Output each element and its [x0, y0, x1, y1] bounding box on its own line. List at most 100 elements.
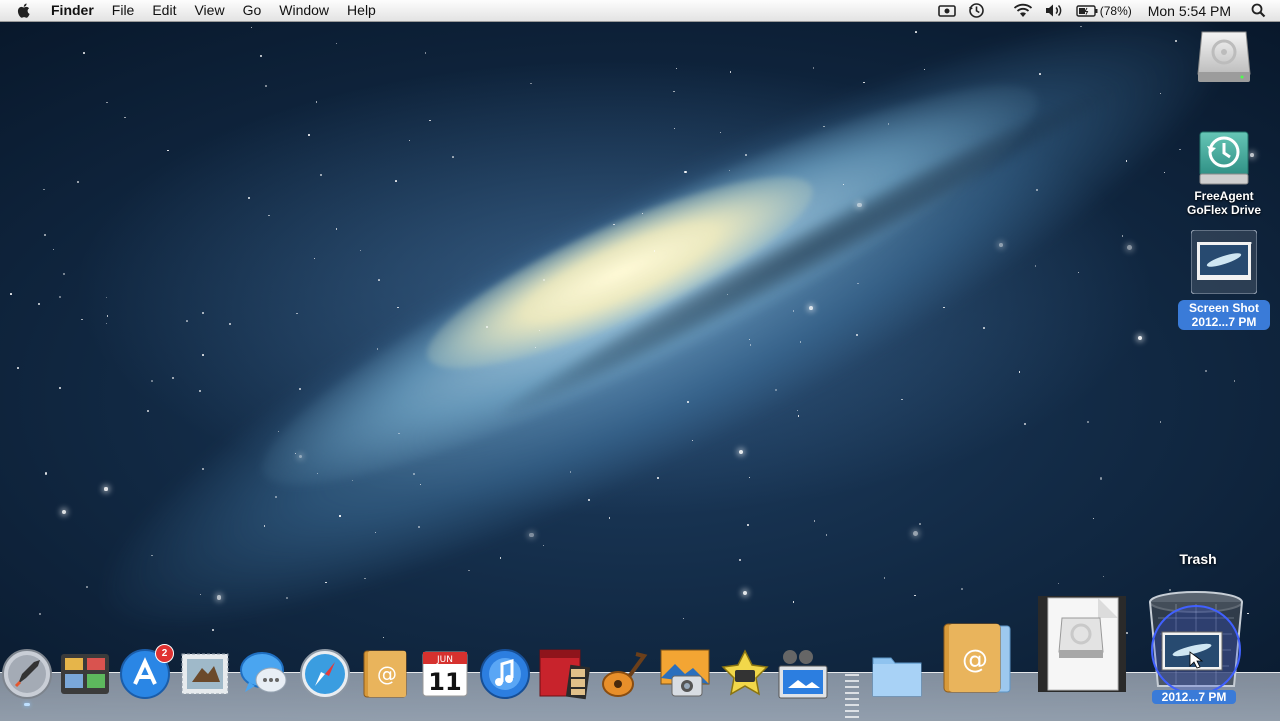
star: [675, 67, 678, 70]
calendar-icon[interactable]: JUN 11: [418, 648, 472, 700]
star: [397, 306, 399, 309]
star: [863, 81, 865, 84]
star: [199, 593, 201, 596]
star: [499, 557, 502, 559]
star: [918, 522, 921, 525]
star: [982, 327, 985, 329]
menu-help[interactable]: Help: [338, 0, 385, 21]
time-machine-icon[interactable]: [968, 2, 985, 19]
screenshot-file-icon[interactable]: Screen Shot 2012...7 PM: [1178, 229, 1270, 330]
star: [151, 380, 153, 382]
star: [792, 601, 795, 603]
messages-icon[interactable]: [237, 648, 291, 700]
star: [799, 341, 801, 343]
dragged-file-label: 2012...7 PM: [1152, 690, 1236, 704]
star: [960, 588, 963, 591]
menubar-clock[interactable]: Mon 5:54 PM: [1148, 3, 1231, 19]
star: [59, 296, 62, 299]
star: [1077, 271, 1079, 273]
screen-record-icon[interactable]: [937, 4, 956, 18]
spotlight-search-icon[interactable]: [1251, 3, 1266, 18]
star: [588, 498, 591, 501]
star: [1121, 235, 1124, 237]
menu-view[interactable]: View: [185, 0, 233, 21]
star: [742, 590, 748, 596]
star: [260, 55, 262, 57]
star: [452, 156, 454, 158]
star: [1204, 369, 1207, 372]
star: [826, 534, 828, 536]
star: [82, 52, 85, 55]
applications-folder-icon[interactable]: [870, 648, 924, 700]
volume-icon[interactable]: [1045, 3, 1064, 18]
star: [105, 101, 108, 104]
menu-edit[interactable]: Edit: [143, 0, 185, 21]
apple-logo-icon[interactable]: [16, 2, 33, 19]
star: [9, 293, 12, 295]
star: [376, 348, 378, 350]
star: [653, 250, 656, 252]
star: [419, 483, 421, 486]
documents-stack-icon[interactable]: @: [940, 620, 1016, 696]
star: [186, 320, 189, 323]
svg-text:@: @: [377, 662, 397, 686]
star: [336, 42, 338, 44]
star: [123, 116, 126, 119]
battery-percentage: (78%): [1099, 3, 1132, 18]
star: [359, 249, 362, 252]
mission-control-icon[interactable]: [58, 648, 112, 700]
star: [374, 531, 376, 534]
star: [738, 449, 744, 455]
star: [38, 303, 41, 306]
star: [797, 414, 800, 417]
star: [719, 131, 721, 133]
menu-go[interactable]: Go: [234, 0, 271, 21]
wifi-icon[interactable]: [1013, 3, 1033, 18]
itunes-icon[interactable]: [478, 648, 532, 700]
star: [250, 26, 253, 28]
hard-drive-icon[interactable]: [1192, 28, 1256, 88]
desktop-icon-label: 2012...7 PM: [1191, 315, 1257, 329]
star: [308, 134, 310, 136]
star: [530, 82, 532, 84]
star: [529, 532, 534, 538]
menu-file[interactable]: File: [103, 0, 144, 21]
garageband-icon[interactable]: [598, 648, 652, 700]
launchpad-icon[interactable]: [0, 648, 54, 706]
iphoto-icon[interactable]: [658, 648, 712, 700]
star: [285, 597, 288, 600]
star: [942, 306, 945, 309]
star: [682, 617, 685, 620]
star: [383, 636, 385, 639]
menu-app-finder[interactable]: Finder: [47, 0, 103, 21]
star: [1100, 477, 1103, 480]
mail-icon[interactable]: [178, 648, 232, 700]
star: [314, 258, 316, 260]
app-store-icon[interactable]: 2: [118, 644, 174, 700]
star: [915, 31, 918, 33]
time-machine-drive-icon[interactable]: FreeAgent GoFlex Drive: [1180, 130, 1268, 217]
preview-icon[interactable]: [776, 648, 830, 700]
star: [335, 228, 338, 230]
battery-icon[interactable]: (78%): [1076, 4, 1132, 18]
desktop-icon-label: Screen Shot: [1188, 301, 1260, 315]
desktop-icon-label: GoFlex Drive: [1186, 203, 1262, 217]
star: [265, 85, 268, 88]
star: [202, 354, 204, 357]
star: [691, 439, 693, 441]
star: [1159, 92, 1161, 94]
running-indicator: [24, 703, 30, 706]
photo-booth-icon[interactable]: [538, 648, 592, 700]
star: [43, 189, 45, 191]
safari-icon[interactable]: [298, 648, 352, 700]
star: [913, 531, 919, 537]
trash-icon[interactable]: [1146, 588, 1246, 698]
star: [812, 67, 815, 69]
contacts-icon[interactable]: @: [358, 648, 412, 700]
star: [914, 594, 916, 597]
downloads-stack-icon[interactable]: [1034, 594, 1128, 694]
menu-window[interactable]: Window: [270, 0, 338, 21]
star: [268, 214, 270, 217]
star: [409, 140, 411, 142]
imovie-icon[interactable]: [718, 648, 772, 700]
